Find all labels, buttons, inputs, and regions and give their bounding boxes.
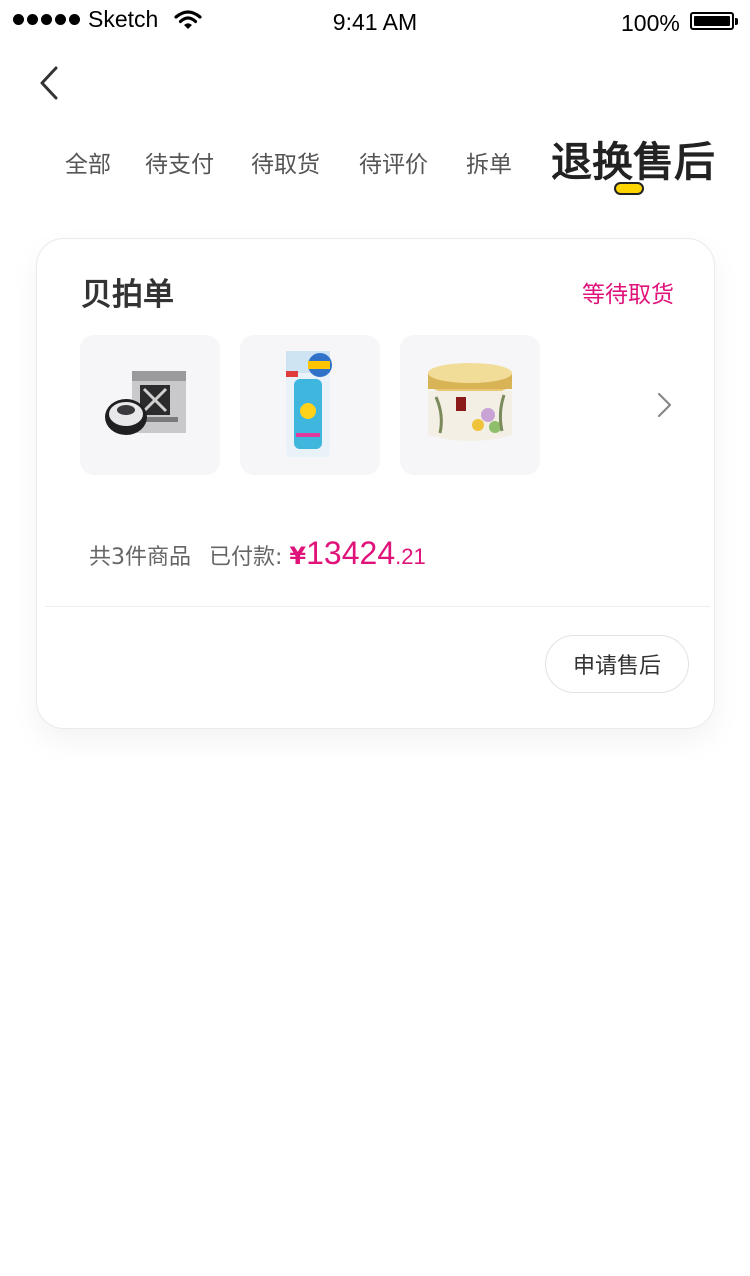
order-summary: 共3件商品 已付款: ¥13424.21	[89, 535, 426, 572]
eye-drops-product-icon	[105, 371, 186, 435]
active-tab-indicator	[614, 182, 644, 195]
tab-pending-review[interactable]: 待评价	[359, 145, 428, 179]
order-card[interactable]: 贝拍单 等待取货 共3件商品 已付款: ¥13424.21 申请售后	[36, 238, 715, 729]
apply-after-sale-button[interactable]: 申请售后	[545, 635, 689, 693]
battery-icon	[690, 12, 734, 30]
card-divider	[45, 606, 710, 607]
order-status-tabs: 全部 待支付 待取货 待评价 拆单 退换售后	[0, 128, 750, 208]
product-thumbnail-1[interactable]	[80, 335, 220, 475]
product-thumbnail-2[interactable]	[240, 335, 380, 475]
order-status-label: 等待取货	[582, 282, 674, 308]
tab-all[interactable]: 全部	[65, 145, 111, 179]
back-arrow-icon[interactable]	[30, 60, 70, 106]
battery-cap	[735, 18, 738, 25]
order-list-page: Sketch 9:41 AM 100% 全部 待支付 待取货 待评价 拆单 退换…	[0, 0, 750, 1276]
chevron-right-icon[interactable]	[652, 389, 676, 421]
price-integer: 13424	[306, 535, 396, 571]
order-type-title: 贝拍单	[81, 277, 174, 313]
battery-percentage: 100%	[621, 10, 680, 36]
product-thumbnail-3[interactable]	[400, 335, 540, 475]
tab-returns-after-sale[interactable]: 退换售后	[551, 128, 715, 188]
item-count: 共3件商品	[89, 545, 191, 570]
tab-pending-pickup[interactable]: 待取货	[251, 145, 320, 179]
currency-symbol: ¥	[289, 542, 307, 570]
status-bar: Sketch 9:41 AM 100%	[0, 0, 750, 44]
tab-split-order[interactable]: 拆单	[466, 145, 512, 179]
price-decimal: .21	[395, 544, 426, 569]
paid-label: 已付款:	[209, 545, 283, 570]
paid-amount: ¥13424.21	[289, 535, 426, 571]
cream-jar-product-icon	[428, 363, 512, 441]
tab-pending-payment[interactable]: 待支付	[145, 145, 214, 179]
sunscreen-product-icon	[286, 351, 332, 457]
